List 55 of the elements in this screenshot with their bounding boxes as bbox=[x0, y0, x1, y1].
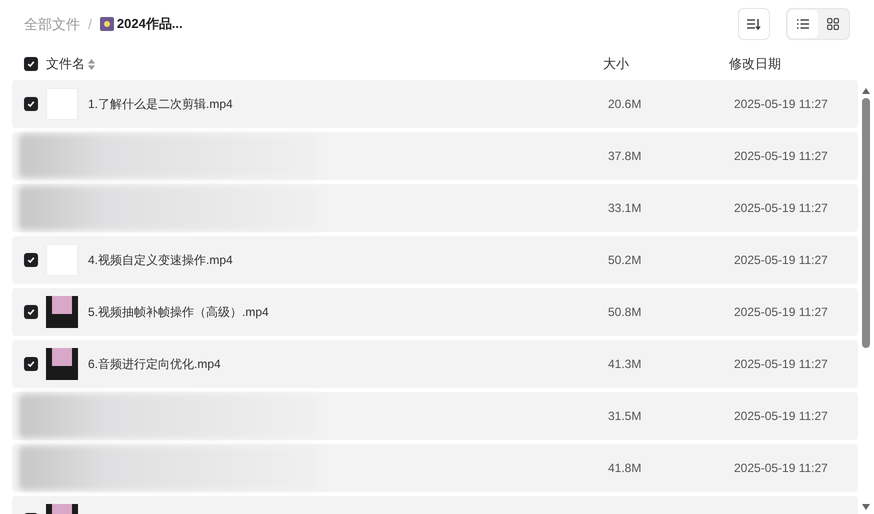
check-icon bbox=[27, 100, 35, 108]
scrollbar-thumb[interactable] bbox=[862, 98, 870, 348]
modified-date: 2025-05-19 11:27 bbox=[734, 96, 828, 113]
file-name: 6.音频进行定向优化.mp4 bbox=[88, 356, 221, 373]
file-row[interactable]: 31.5M 2025-05-19 11:27 bbox=[12, 392, 858, 440]
file-name: 1.了解什么是二次剪辑.mp4 bbox=[88, 96, 233, 113]
sort-arrows-icon[interactable] bbox=[88, 58, 95, 70]
list-view-button[interactable] bbox=[788, 10, 818, 38]
checkbox[interactable] bbox=[24, 253, 38, 267]
file-row[interactable]: 5.视频抽帧补帧操作（高级）.mp4 50.8M 2025-05-19 11:27 bbox=[12, 288, 858, 336]
sort-icon bbox=[747, 18, 761, 30]
video-thumbnail bbox=[46, 348, 78, 380]
modified-date: 2025-05-19 11:27 bbox=[734, 200, 828, 217]
modified-date: 2025-05-19 11:27 bbox=[734, 408, 828, 425]
modified-date: 2025-05-19 11:27 bbox=[734, 252, 828, 269]
check-icon bbox=[27, 360, 35, 368]
file-size: 50.2M bbox=[608, 252, 642, 269]
file-size: 41.8M bbox=[608, 460, 642, 477]
modified-date: 2025-05-19 11:27 bbox=[734, 148, 828, 165]
checkbox[interactable] bbox=[24, 357, 38, 371]
file-size: 50.8M bbox=[608, 304, 642, 321]
check-icon bbox=[27, 256, 35, 264]
check-icon bbox=[27, 308, 35, 316]
video-thumbnail bbox=[46, 296, 78, 328]
sort-button[interactable] bbox=[738, 8, 770, 40]
modified-date: 2025-05-19 11:27 bbox=[734, 356, 828, 373]
modified-date: 2025-05-19 11:27 bbox=[734, 304, 828, 321]
column-header[interactable]: 修改日期 bbox=[729, 54, 781, 74]
scroll-up-icon[interactable] bbox=[862, 88, 870, 94]
folder-icon bbox=[100, 17, 114, 31]
file-row[interactable]: 41.8M 2025-05-19 11:27 bbox=[12, 444, 858, 492]
file-size: 31.5M bbox=[608, 408, 642, 425]
breadcrumb-separator: / bbox=[88, 14, 92, 34]
file-size: 41.3M bbox=[608, 356, 642, 373]
file-row[interactable]: 37.8M 2025-05-19 11:27 bbox=[12, 132, 858, 180]
column-header[interactable]: 文件名 bbox=[46, 54, 85, 74]
modified-date: 2025-05-19 11:27 bbox=[734, 460, 828, 477]
file-size: 33.1M bbox=[608, 200, 642, 217]
file-row[interactable]: 6.音频进行定向优化.mp4 41.3M 2025-05-19 11:27 bbox=[12, 340, 858, 388]
file-size: 20.6M bbox=[608, 96, 642, 113]
file-row[interactable]: 4.视频自定义变速操作.mp4 50.2M 2025-05-19 11:27 bbox=[12, 236, 858, 284]
grid-icon bbox=[827, 18, 839, 30]
column-header[interactable]: 大小 bbox=[603, 54, 729, 74]
breadcrumb-current: 2024作品... bbox=[116, 15, 183, 34]
file-name: 4.视频自定义变速操作.mp4 bbox=[88, 252, 233, 269]
file-name: 5.视频抽帧补帧操作（高级）.mp4 bbox=[88, 304, 269, 321]
list-icon bbox=[797, 19, 809, 29]
scroll-down-icon[interactable] bbox=[862, 504, 870, 510]
file-row[interactable]: 1.了解什么是二次剪辑.mp4 20.6M 2025-05-19 11:27 bbox=[12, 80, 858, 128]
file-size: 37.8M bbox=[608, 148, 642, 165]
checkbox[interactable] bbox=[24, 57, 38, 71]
file-row[interactable]: 33.1M 2025-05-19 11:27 bbox=[12, 184, 858, 232]
checkbox[interactable] bbox=[24, 305, 38, 319]
checkbox[interactable] bbox=[24, 97, 38, 111]
check-icon bbox=[27, 60, 35, 68]
